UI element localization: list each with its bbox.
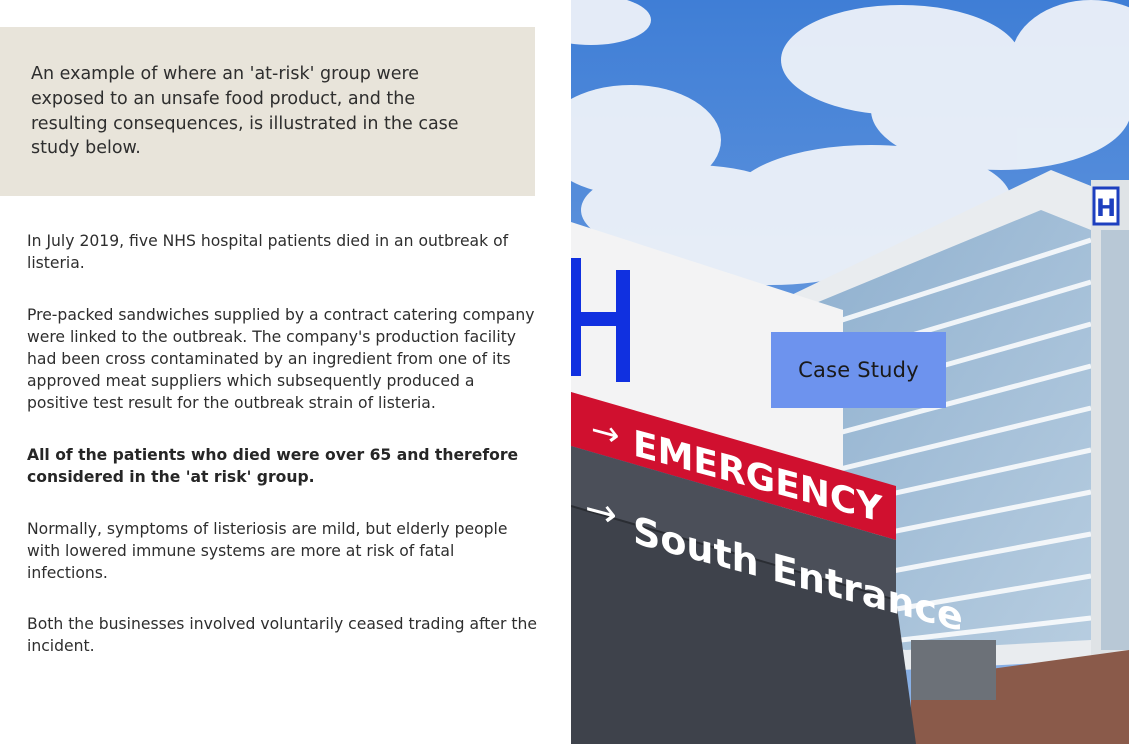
paragraph-symptoms: Normally, symptoms of listeriosis are mi… — [27, 520, 508, 582]
paragraph-ceased-trading: Both the businesses involved voluntarily… — [27, 615, 537, 655]
paragraph-outbreak: In July 2019, five NHS hospital patients… — [27, 232, 509, 272]
paragraph-at-risk: All of the patients who died were over 6… — [27, 446, 519, 486]
paragraph-sandwiches: Pre-packed sandwiches supplied by a cont… — [27, 306, 535, 412]
arrow-right-icon: → — [585, 486, 617, 539]
case-study-badge: Case Study — [771, 332, 946, 408]
arrow-right-icon: → — [591, 410, 619, 457]
intro-text: An example of where an 'at-risk' group w… — [31, 64, 459, 159]
building-h-letter: H — [1096, 194, 1116, 222]
